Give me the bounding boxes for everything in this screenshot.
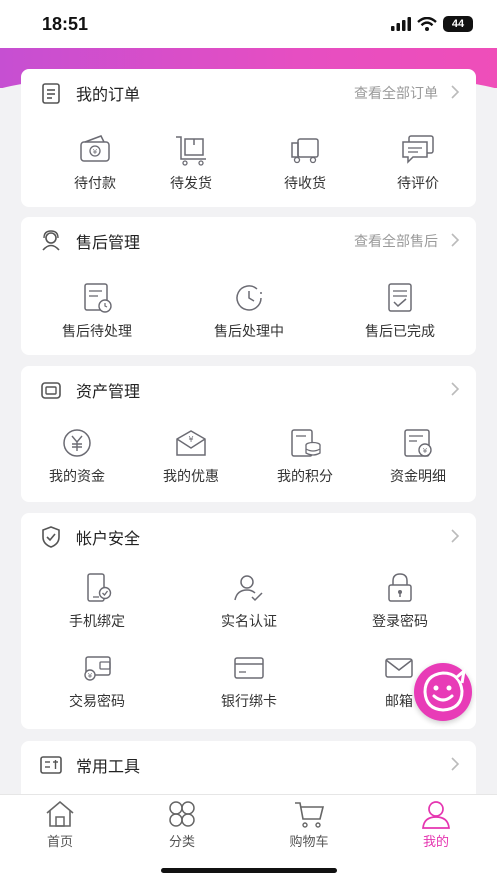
clipboard-icon: [42, 83, 60, 104]
signal-icon: [391, 17, 411, 31]
order-pending-payment[interactable]: ¥ 待付款: [55, 133, 135, 193]
view-all-aftersale-link[interactable]: 查看全部售后: [354, 231, 438, 251]
mail-icon: [385, 658, 413, 678]
security-card: 帐户安全 手机绑定 实名认证 登录密码 ¥ 交易密码 银行绑卡 邮箱: [21, 513, 476, 729]
security-title: 帐户安全: [76, 529, 141, 548]
user-icon: [422, 801, 450, 829]
view-all-orders-link[interactable]: 查看全部订单: [354, 83, 438, 103]
tools-title: 常用工具: [76, 757, 141, 776]
aftersale-header[interactable]: 售后管理 查看全部售后: [21, 217, 476, 263]
orders-header[interactable]: 我的订单 查看全部订单: [21, 69, 476, 115]
order-pending-receipt[interactable]: 待收货: [265, 133, 345, 193]
tools-card: 常用工具: [21, 741, 476, 801]
assets-title: 资产管理: [76, 382, 141, 401]
aftersale-processing[interactable]: 售后处理中: [201, 281, 297, 341]
assets-card: 资产管理 我的资金 ¥ 我的优惠 我的积分 ¥ 资金明细: [21, 366, 476, 502]
aftersale-completed[interactable]: 售后已完成: [352, 281, 448, 341]
wifi-icon: [417, 17, 437, 31]
aftersale-pending[interactable]: 售后待处理: [49, 281, 145, 341]
status-time: 18:51: [42, 14, 89, 34]
tools-header[interactable]: 常用工具: [21, 741, 476, 787]
smiley-icon: [423, 667, 467, 712]
coupon-icon: ¥: [176, 430, 206, 456]
svg-text:¥: ¥: [93, 148, 98, 156]
home-indicator: [161, 868, 337, 873]
doc-check-icon: [388, 283, 412, 312]
status-bar: 18:51 44: [0, 0, 497, 50]
my-funds[interactable]: 我的资金: [37, 426, 117, 486]
chevron-right-icon: [451, 85, 460, 99]
aftersale-card: 售后管理 查看全部售后 售后待处理 售后处理中 售后已完成: [21, 217, 476, 355]
tab-cart[interactable]: 购物车: [269, 799, 349, 850]
security-header[interactable]: 帐户安全: [21, 513, 476, 559]
tab-home[interactable]: 首页: [20, 799, 100, 850]
tools-icon: [40, 756, 62, 774]
user-check-icon: [234, 575, 263, 602]
login-password[interactable]: 登录密码: [352, 571, 448, 631]
shield-icon: [42, 526, 60, 548]
transaction-password[interactable]: ¥ 交易密码: [49, 651, 145, 711]
ledger-icon: ¥: [404, 429, 432, 457]
phone-binding[interactable]: 手机绑定: [49, 571, 145, 631]
wallet-key-icon: ¥: [84, 656, 111, 681]
fund-details[interactable]: ¥ 资金明细: [378, 426, 458, 486]
truck-icon: [291, 138, 319, 164]
comment-icon: [402, 135, 434, 164]
chevron-right-icon: [451, 233, 460, 247]
doc-clock-icon: [84, 283, 112, 313]
wallet-icon: ¥: [80, 135, 110, 162]
order-pending-review[interactable]: 待评价: [378, 133, 458, 193]
chevron-right-icon: [451, 529, 460, 543]
customer-service-button[interactable]: [414, 663, 472, 721]
category-icon: [169, 801, 195, 827]
lock-icon: [388, 573, 412, 602]
order-pending-shipment[interactable]: 待发货: [151, 133, 231, 193]
svg-text:¥: ¥: [423, 447, 428, 455]
orders-title: 我的订单: [76, 85, 141, 104]
aftersale-title: 售后管理: [76, 233, 141, 252]
battery-indicator: 44: [443, 16, 473, 32]
cart-box-icon: [176, 136, 206, 166]
my-points[interactable]: 我的积分: [265, 426, 345, 486]
tab-category[interactable]: 分类: [142, 799, 222, 850]
my-discounts[interactable]: ¥ 我的优惠: [151, 426, 231, 486]
phone-check-icon: [87, 573, 112, 602]
real-name-auth[interactable]: 实名认证: [201, 571, 297, 631]
svg-text:¥: ¥: [188, 435, 193, 444]
home-icon: [46, 800, 74, 827]
orders-card: 我的订单 查看全部订单 ¥ 待付款 待发货 待收货 待评价: [21, 69, 476, 207]
tab-mine[interactable]: 我的: [396, 799, 476, 850]
bank-card-binding[interactable]: 银行绑卡: [201, 651, 297, 711]
svg-text:¥: ¥: [88, 672, 93, 680]
yuan-coin-icon: [63, 429, 91, 457]
chevron-right-icon: [451, 757, 460, 771]
cart-icon: [295, 802, 325, 828]
headset-icon: [42, 230, 60, 251]
points-icon: [291, 429, 321, 457]
assets-header[interactable]: 资产管理: [21, 366, 476, 412]
chevron-right-icon: [451, 382, 460, 396]
card-icon: [234, 657, 264, 679]
clock-icon: [236, 285, 262, 311]
wallet-small-icon: [41, 382, 61, 399]
